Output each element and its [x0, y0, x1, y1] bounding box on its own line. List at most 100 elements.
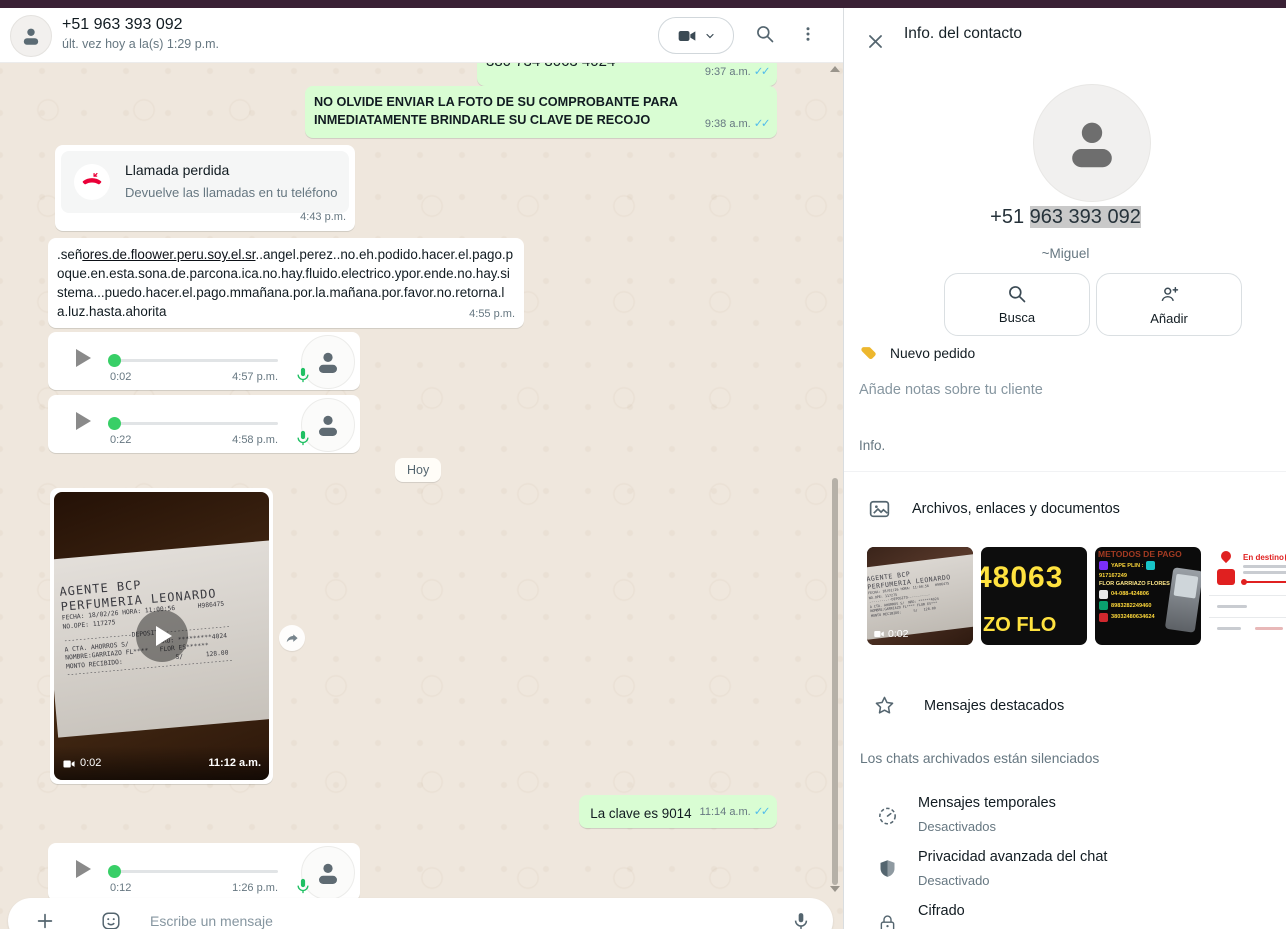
plus-icon [34, 910, 56, 929]
message-time: 4:43 p.m. [300, 208, 346, 227]
audio-duration: 0:02 [110, 368, 131, 387]
voice-message: 0:12 1:26 p.m. [48, 843, 360, 901]
label-tag-icon [859, 344, 878, 363]
missed-call-subtitle: Devuelve las llamadas en tu teléfono [125, 183, 337, 202]
close-icon [866, 32, 885, 51]
label-name: Nuevo pedido [890, 346, 975, 361]
chat-menu-button[interactable] [790, 16, 826, 52]
timer-icon [876, 804, 899, 827]
camera-icon [677, 26, 697, 46]
window-top-strip [0, 0, 1286, 8]
message-time: 4:55 p.m. [469, 305, 515, 324]
play-button[interactable] [76, 860, 91, 878]
person-icon [19, 24, 43, 48]
selected-text: 963 393 092 [1030, 206, 1141, 228]
message-time: 9:38 a.m. [705, 115, 751, 134]
read-receipt-icon [754, 803, 768, 822]
chat-label-row[interactable]: Nuevo pedido [859, 344, 975, 363]
video-thumbnail[interactable]: AGENTE BCP PERFUMERIA LEONARDO FECHA: 18… [54, 492, 269, 780]
setting-title: Mensajes temporales [918, 795, 1056, 811]
message-time: 11:14 a.m. [700, 803, 751, 822]
setting-subtitle: Desactivados [918, 819, 996, 834]
map-pin-icon [1219, 549, 1233, 563]
contact-avatar[interactable] [10, 15, 52, 57]
search-in-chat-button[interactable] [747, 16, 783, 52]
media-links-docs-row[interactable]: Archivos, enlaces y documentos [867, 496, 1120, 521]
camera-icon [62, 757, 76, 771]
chat-scrollbar[interactable] [832, 478, 838, 885]
message-outgoing: La clave es 9014 11:14 a.m. [579, 795, 777, 828]
media-icon [867, 496, 892, 521]
contact-phone-number: +51 963 393 092 [844, 206, 1286, 229]
voice-record-button[interactable] [791, 909, 811, 929]
message-text: .señ [57, 247, 82, 262]
missed-call-icon [74, 164, 110, 200]
voice-message: 0:22 4:58 p.m. [48, 395, 360, 453]
audio-seek-bar[interactable] [110, 359, 278, 362]
attach-button[interactable] [34, 910, 56, 929]
audio-duration: 0:22 [110, 431, 131, 450]
setting-title: Privacidad avanzada del chat [918, 849, 1107, 865]
forward-button[interactable] [279, 625, 305, 651]
person-icon [313, 858, 343, 888]
message-time: 4:57 p.m. [208, 368, 278, 387]
read-receipt-icon [754, 115, 768, 134]
message-link[interactable]: ores.de.floower.peru.soy.el.sr [82, 247, 255, 262]
missed-call-title: Llamada perdida [125, 161, 229, 180]
scroll-down-arrow[interactable] [830, 886, 840, 892]
play-button[interactable] [76, 349, 91, 367]
person-plus-icon [1159, 284, 1180, 305]
audio-duration: 0:12 [110, 879, 131, 898]
sticker-smiley-icon [100, 910, 122, 929]
message-list: 380 734 8063 4024 9:37 a.m. NO OLVIDE EN… [0, 62, 843, 929]
thumbnail-title: En destino [1243, 553, 1284, 562]
missed-call-card: Llamada perdida Devuelve las llamadas en… [61, 151, 349, 213]
audio-seek-bar[interactable] [110, 422, 278, 425]
scroll-up-arrow[interactable] [830, 66, 840, 72]
voice-mic-icon [294, 874, 312, 898]
message-text: NO OLVIDE ENVIAR LA FOTO DE SU COMPROBAN… [314, 93, 768, 129]
search-messages-button[interactable]: Busca [944, 273, 1090, 336]
package-icon [1217, 569, 1235, 585]
lock-icon [877, 913, 898, 929]
forward-icon [285, 631, 300, 646]
audio-seek-handle[interactable] [108, 865, 121, 878]
thumbnail-title: METODOS DE PAGO [1098, 549, 1182, 559]
camera-icon [873, 628, 885, 640]
payment-rows: YAPE PLIN : 917167249 FLOR GARRIAZO FLOR… [1099, 561, 1170, 622]
media-thumbnail-image[interactable]: 48063 ZO FLO [981, 547, 1087, 645]
add-contact-button[interactable]: Añadir [1096, 273, 1242, 336]
message-input[interactable] [148, 912, 791, 929]
button-label: Añadir [1150, 311, 1188, 326]
chat-title[interactable]: +51 963 393 092 [62, 16, 183, 34]
emoji-button[interactable] [100, 910, 122, 929]
video-call-button[interactable] [658, 17, 734, 54]
contact-alias: ~Miguel [844, 246, 1286, 261]
read-receipt-icon [754, 63, 768, 82]
missed-call-message[interactable]: Llamada perdida Devuelve las llamadas en… [55, 145, 355, 231]
audio-seek-bar[interactable] [110, 870, 278, 873]
whatsapp-window: +51 963 393 092 últ. vez hoy a la(s) 1:2… [0, 0, 1286, 929]
play-button[interactable] [76, 412, 91, 430]
message-time: 9:37 a.m. [705, 63, 751, 82]
person-icon [313, 410, 343, 440]
message-composer [8, 898, 833, 929]
progress-line [1243, 581, 1286, 583]
thumbnail-text: 48063 [981, 561, 1087, 595]
setting-title: Cifrado [918, 903, 965, 919]
audio-seek-handle[interactable] [108, 417, 121, 430]
contact-profile-photo[interactable] [1033, 84, 1151, 202]
search-icon [1007, 284, 1027, 304]
close-panel-button[interactable] [857, 23, 893, 59]
message-incoming: .señores.de.floower.peru.soy.el.sr..ange… [48, 238, 524, 328]
section-label: Archivos, enlaces y documentos [912, 501, 1120, 517]
button-label: Busca [999, 310, 1035, 325]
client-notes-placeholder[interactable]: Añade notas sobre tu cliente [859, 382, 1043, 398]
section-label: Mensajes destacados [924, 698, 1064, 714]
media-thumbnail-image[interactable]: En destino [1209, 547, 1286, 645]
media-thumbnail-image[interactable]: METODOS DE PAGO YAPE PLIN : 917167249 FL… [1095, 547, 1201, 645]
video-play-button[interactable] [136, 610, 188, 662]
starred-messages-row[interactable]: Mensajes destacados [873, 694, 1064, 717]
audio-seek-handle[interactable] [108, 354, 121, 367]
media-thumbnail-video[interactable]: AGENTE BCP PERFUMERIA LEONARDO FECHA: 18… [867, 547, 973, 645]
